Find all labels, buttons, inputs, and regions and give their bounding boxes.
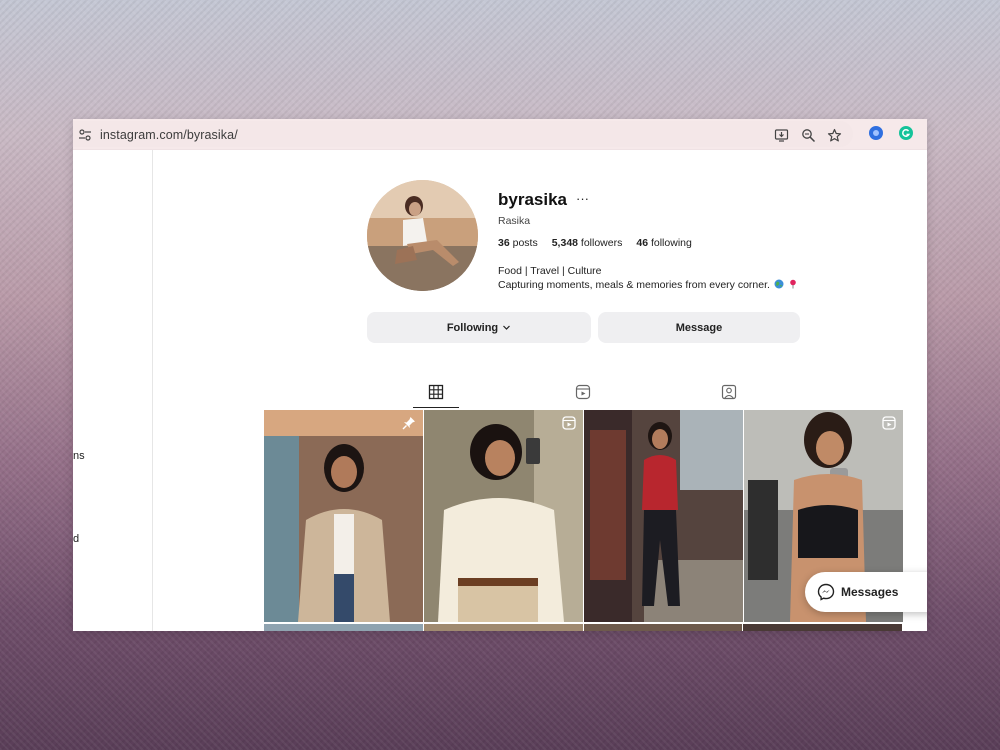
pin-location-icon: [790, 279, 796, 289]
globe-icon: [774, 279, 784, 289]
url-text[interactable]: instagram.com/byrasika/: [100, 128, 238, 142]
address-bar: instagram.com/byrasika/: [73, 119, 927, 150]
extension-icon[interactable]: [869, 126, 883, 140]
post-thumbnail[interactable]: [423, 624, 583, 631]
post-thumbnail[interactable]: [424, 410, 583, 622]
following-button-label: Following: [446, 321, 499, 334]
avatar-photo: [367, 180, 478, 291]
posts-grid-next-row: [264, 624, 902, 631]
reel-icon: [882, 416, 896, 430]
following-count: 46: [636, 237, 649, 249]
zoom-icon[interactable]: [801, 128, 816, 143]
message-button-label: Message: [675, 321, 723, 334]
followers-stat[interactable]: 5,348 followers: [552, 237, 623, 249]
post-thumbnail[interactable]: [583, 624, 743, 631]
messenger-icon: [817, 583, 835, 601]
post-thumbnail[interactable]: [743, 624, 902, 631]
site-settings-icon[interactable]: [78, 128, 92, 142]
chevron-down-icon: [503, 325, 511, 330]
followers-count: 5,348: [551, 237, 578, 249]
profile-avatar[interactable]: [367, 180, 478, 291]
more-options-button[interactable]: ···: [576, 191, 589, 206]
profile-stats: 36 posts 5,348 followers 46 following: [498, 237, 692, 249]
messages-label: Messages: [841, 585, 899, 599]
omnibox[interactable]: instagram.com/byrasika/: [73, 121, 853, 147]
posts-grid-icon[interactable]: [428, 384, 444, 400]
message-button[interactable]: Message: [598, 312, 800, 343]
followers-label: followers: [580, 237, 623, 249]
profile-username: byrasika: [498, 190, 567, 209]
post-thumbnail[interactable]: [264, 624, 423, 631]
post-image: [584, 410, 743, 622]
profile-bio-line-1: Food | Travel | Culture: [498, 265, 602, 277]
following-button[interactable]: Following: [367, 312, 591, 343]
post-image: [424, 410, 583, 622]
post-thumbnail[interactable]: [264, 410, 423, 622]
install-app-icon[interactable]: [774, 128, 789, 143]
bio-text: Capturing moments, meals & memories from…: [498, 279, 770, 291]
profile-bio-line-2: Capturing moments, meals & memories from…: [498, 279, 798, 291]
posts-stat: 36 posts: [498, 237, 538, 249]
tagged-icon[interactable]: [721, 384, 737, 400]
active-tab-indicator: [413, 407, 459, 408]
reels-icon[interactable]: [575, 384, 591, 400]
reel-icon: [562, 416, 576, 430]
profile-full-name: Rasika: [498, 215, 531, 227]
sidebar: ns d: [73, 150, 153, 631]
messages-button[interactable]: Messages: [805, 572, 927, 612]
sidebar-item-label[interactable]: ns: [73, 450, 85, 462]
following-stat[interactable]: 46 following: [636, 237, 691, 249]
post-image: [264, 410, 423, 622]
pin-icon: [402, 417, 415, 430]
post-thumbnail[interactable]: [584, 410, 743, 622]
sidebar-item-label[interactable]: d: [73, 533, 79, 545]
bookmark-star-icon[interactable]: [827, 128, 842, 143]
posts-count: 36: [498, 237, 510, 249]
posts-label: posts: [512, 237, 538, 249]
grammarly-icon[interactable]: [899, 126, 913, 140]
browser-window: instagram.com/byrasika/ ns d byrasika ··…: [73, 119, 927, 631]
following-label: following: [650, 237, 692, 249]
